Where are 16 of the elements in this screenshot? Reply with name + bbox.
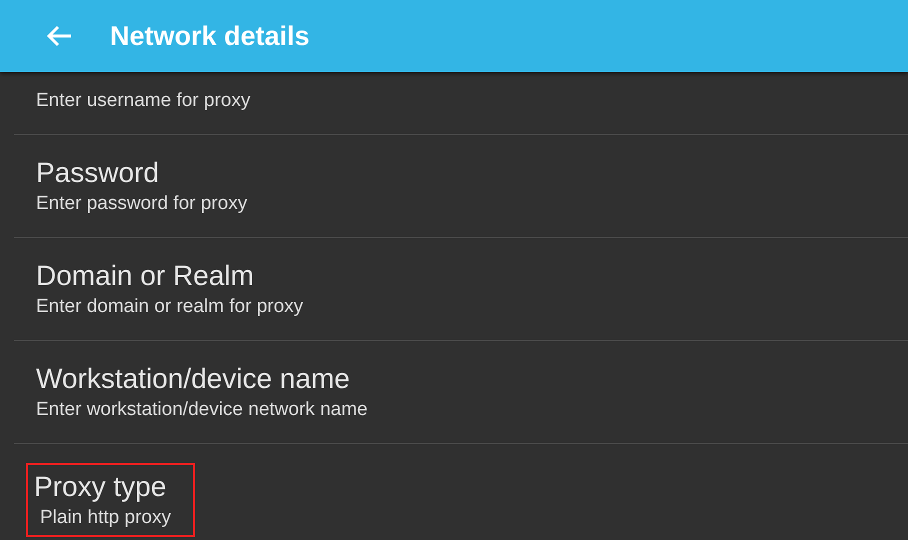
item-subtitle: Enter domain or realm for proxy [36, 295, 304, 319]
item-title: Workstation/device name [36, 362, 351, 396]
item-subtitle: Plain http proxy [39, 506, 171, 530]
item-title: Password [36, 156, 160, 190]
item-subtitle: Enter workstation/device network name [36, 398, 368, 422]
item-subtitle: Enter password for proxy [36, 192, 248, 216]
settings-item[interactable]: Password Enter password for proxy [14, 135, 908, 238]
item-title: Proxy type [34, 470, 168, 504]
screen-title: Network details [110, 20, 310, 52]
settings-item[interactable]: Enter username for proxy [14, 72, 908, 135]
item-subtitle: Enter username for proxy [36, 89, 250, 113]
item-title: Domain or Realm [36, 259, 255, 293]
settings-item[interactable]: Proxy type Plain http proxy [14, 444, 908, 540]
back-arrow-icon [45, 24, 73, 48]
settings-item[interactable]: Domain or Realm Enter domain or realm for proxy [14, 238, 908, 341]
settings-item[interactable]: Workstation/device name Enter workstation/device network name [14, 341, 908, 444]
